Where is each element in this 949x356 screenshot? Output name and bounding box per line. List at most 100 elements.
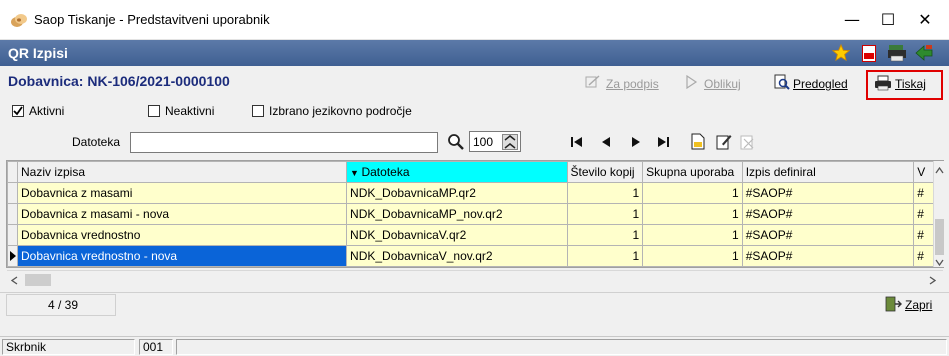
tiskaj-label: Tiskaj: [895, 77, 926, 91]
column-header-label: Število kopij: [570, 165, 635, 179]
vertical-scrollbar[interactable]: [933, 161, 944, 267]
close-door-icon: [885, 296, 902, 312]
horizontal-scrollbar[interactable]: [7, 270, 943, 288]
current-row-arrow-icon: [10, 251, 16, 261]
datoteka-label: Datoteka: [72, 135, 121, 149]
cell-skupna[interactable]: 1: [642, 245, 743, 267]
search-icon[interactable]: [447, 133, 464, 150]
za-podpis-label: Za podpis: [606, 77, 659, 91]
jezik-checkbox[interactable]: [252, 105, 264, 117]
zoom-spin-icon[interactable]: [502, 134, 518, 150]
table-row-selected[interactable]: Dobavnica vrednostno - nova NDK_Dobavnic…: [7, 245, 943, 267]
last-record-icon[interactable]: [656, 135, 670, 149]
cell-definiral[interactable]: #SAOP#: [741, 203, 915, 225]
row-indicator-header: [7, 161, 18, 183]
aktivni-checkbox[interactable]: [12, 105, 24, 117]
delete-record-icon[interactable]: [740, 133, 756, 150]
cell-kopij[interactable]: 1: [566, 224, 644, 246]
record-counter: 4 / 39: [48, 298, 79, 312]
scroll-thumb[interactable]: [935, 219, 944, 255]
previous-record-icon[interactable]: [599, 135, 613, 149]
neaktivni-checkbox[interactable]: [148, 105, 160, 117]
cell-skupna[interactable]: 1: [642, 182, 743, 204]
cell-datoteka[interactable]: NDK_DobavnicaMP.qr2: [346, 182, 568, 204]
zoom-value: 100: [473, 135, 494, 149]
cell-naziv[interactable]: Dobavnica z masami - nova: [16, 203, 348, 225]
row-indicator: [7, 182, 18, 204]
predogled-button[interactable]: Predogled: [793, 77, 848, 91]
column-header-label: Naziv izpisa: [21, 165, 86, 179]
column-header-skupna[interactable]: Skupna uporaba: [642, 161, 743, 183]
datoteka-input[interactable]: [130, 132, 438, 153]
cell-kopij[interactable]: 1: [566, 203, 644, 225]
divider: [0, 292, 949, 293]
predogled-label: Predogled: [793, 77, 848, 91]
cell-skupna[interactable]: 1: [642, 224, 743, 246]
column-header-label: Skupna uporaba: [646, 165, 735, 179]
cell-datoteka[interactable]: NDK_DobavnicaV_nov.qr2: [346, 245, 568, 267]
exit-icon[interactable]: [914, 44, 934, 62]
scroll-up-icon[interactable]: [935, 167, 944, 174]
scroll-right-icon[interactable]: [929, 276, 936, 285]
jezik-label: Izbrano jezikovno področje: [269, 104, 412, 118]
oblikuj-button[interactable]: Oblikuj: [704, 77, 741, 91]
column-header-naziv[interactable]: Naziv izpisa: [16, 161, 348, 183]
zoom-stepper[interactable]: 100: [469, 131, 521, 152]
report-grid[interactable]: Naziv izpisa ▼ Datoteka Število kopij Sk…: [6, 160, 944, 268]
cell-skupna[interactable]: 1: [642, 203, 743, 225]
app-logo-icon: [11, 14, 27, 27]
cell-datoteka[interactable]: NDK_DobavnicaMP_nov.qr2: [346, 203, 568, 225]
neaktivni-label: Neaktivni: [165, 104, 215, 118]
cell-kopij[interactable]: 1: [566, 245, 644, 267]
cell-definiral[interactable]: #SAOP#: [741, 245, 915, 267]
row-indicator: [7, 224, 18, 246]
module-title: QR Izpisi: [8, 45, 68, 61]
column-header-datoteka[interactable]: ▼ Datoteka: [346, 161, 568, 183]
table-row[interactable]: Dobavnica vrednostno NDK_DobavnicaV.qr2 …: [7, 224, 943, 246]
design-icon: [686, 75, 698, 89]
cell-kopij[interactable]: 1: [566, 182, 644, 204]
edit-record-icon[interactable]: [716, 133, 732, 150]
row-indicator: [7, 203, 18, 225]
column-header-label: V: [917, 165, 926, 179]
cell-datoteka[interactable]: NDK_DobavnicaV.qr2: [346, 224, 568, 246]
zapri-button[interactable]: Zapri: [905, 298, 932, 312]
minimize-button[interactable]: —: [842, 10, 862, 30]
za-podpis-button[interactable]: Za podpis: [606, 77, 659, 91]
star-icon[interactable]: [832, 44, 850, 62]
sign-icon: [585, 75, 600, 88]
new-record-icon[interactable]: [690, 133, 706, 150]
document-title: Dobavnica: NK-106/2021-0000100: [8, 73, 230, 89]
table-header-row: Naziv izpisa ▼ Datoteka Število kopij Sk…: [7, 161, 943, 183]
sort-descending-icon: ▼: [350, 168, 362, 178]
report-table: Naziv izpisa ▼ Datoteka Število kopij Sk…: [7, 161, 943, 267]
column-header-kopij[interactable]: Število kopij: [566, 161, 644, 183]
cell-definiral[interactable]: #SAOP#: [741, 224, 915, 246]
pdf-icon[interactable]: [862, 45, 876, 62]
first-record-icon[interactable]: [570, 135, 584, 149]
status-message: [176, 339, 947, 355]
column-header-label: Datoteka: [361, 165, 410, 179]
scroll-down-icon[interactable]: [935, 259, 944, 266]
table-row[interactable]: Dobavnica z masami - nova NDK_DobavnicaM…: [7, 203, 943, 225]
preview-icon: [774, 74, 790, 90]
maximize-button[interactable]: ☐: [878, 10, 898, 30]
cell-naziv[interactable]: Dobavnica z masami: [16, 182, 348, 204]
close-button[interactable]: ✕: [915, 10, 935, 30]
scroll-left-icon[interactable]: [11, 276, 18, 285]
printer-stack-icon[interactable]: [887, 44, 907, 62]
row-indicator: [7, 245, 18, 267]
status-code: 001: [139, 339, 173, 355]
cell-definiral[interactable]: #SAOP#: [741, 182, 915, 204]
oblikuj-label: Oblikuj: [704, 77, 741, 91]
aktivni-label: Aktivni: [29, 104, 65, 118]
hscroll-thumb[interactable]: [25, 274, 51, 286]
column-header-definiral[interactable]: Izpis definiral: [741, 161, 915, 183]
module-header: [0, 40, 949, 66]
tiskaj-button[interactable]: Tiskaj: [895, 77, 926, 91]
table-row[interactable]: Dobavnica z masami NDK_DobavnicaMP.qr2 1…: [7, 182, 943, 204]
printer-icon: [875, 75, 891, 91]
cell-naziv[interactable]: Dobavnica vrednostno - nova: [16, 245, 348, 267]
next-record-icon[interactable]: [629, 135, 643, 149]
cell-naziv[interactable]: Dobavnica vrednostno: [16, 224, 348, 246]
